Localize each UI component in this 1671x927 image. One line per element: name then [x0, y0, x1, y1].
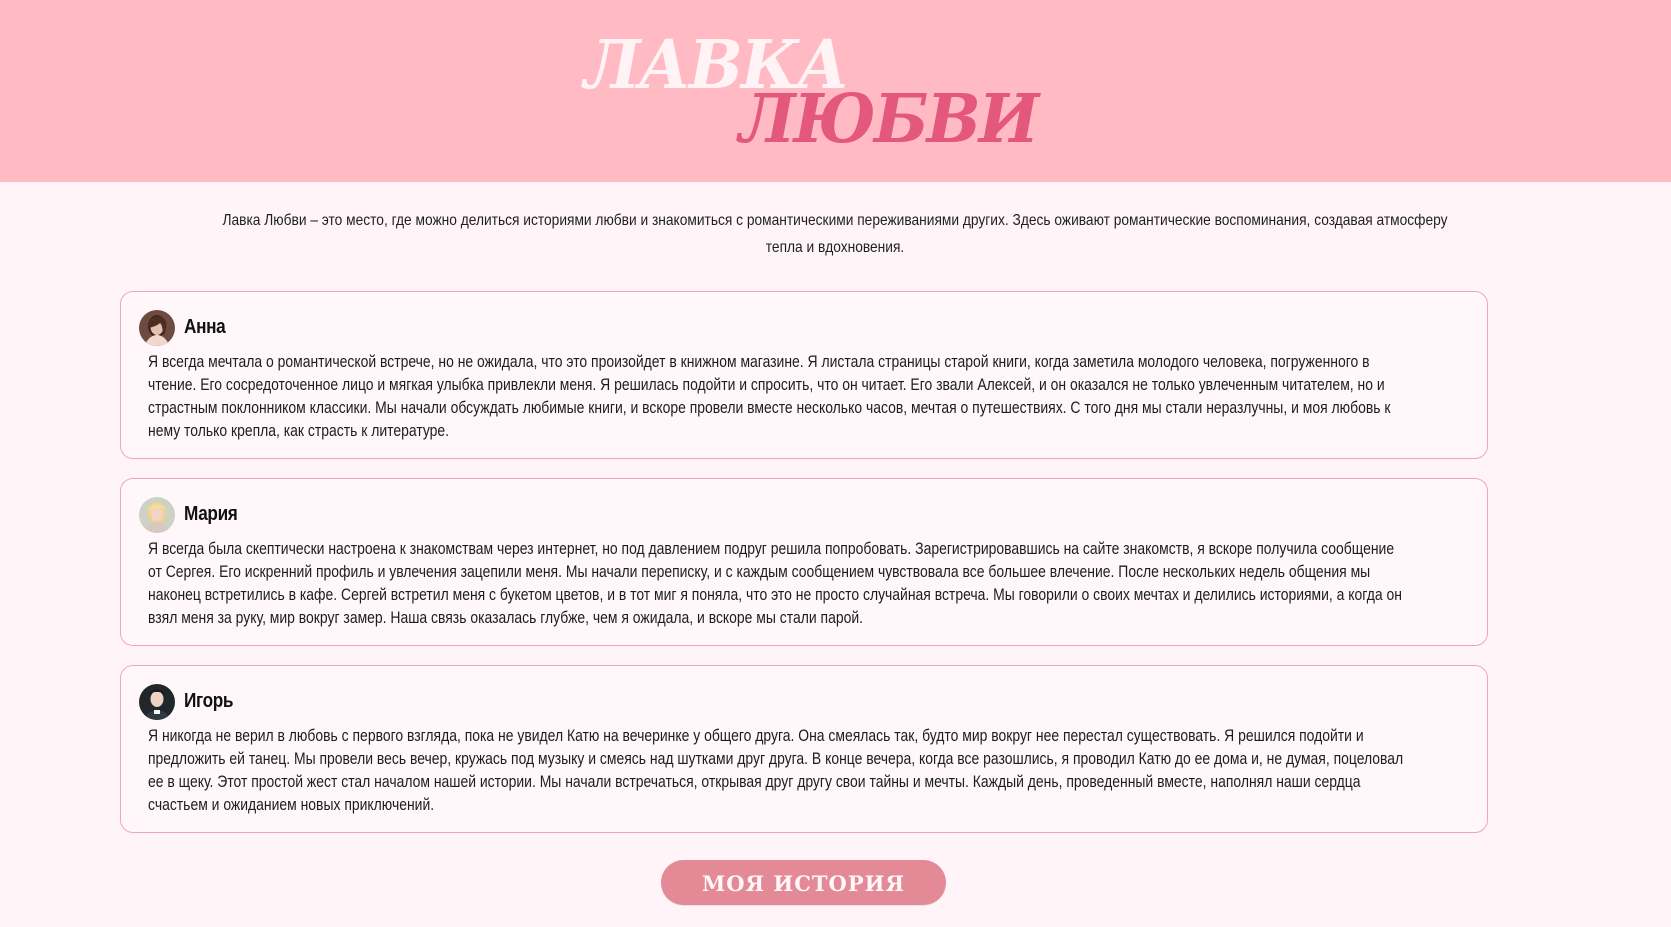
avatar-anna-icon	[139, 310, 175, 346]
avatar-igor-icon	[139, 684, 175, 720]
logo-line-bottom: ЛЮБВИ	[739, 80, 1039, 159]
story-card-maria: Мария Я всегда была скептически настроен…	[120, 478, 1488, 646]
story-text: Я всегда была скептически настроена к зн…	[148, 539, 1402, 627]
story-author-name: Мария	[184, 503, 238, 525]
story-text: Я всегда мечтала о романтической встрече…	[148, 352, 1391, 440]
story-card-anna: Анна Я всегда мечтала о романтической вс…	[120, 291, 1488, 459]
stories-list: Анна Я всегда мечтала о романтической вс…	[120, 291, 1488, 852]
site-logo[interactable]: ЛАВКА ЛЮБВИ	[0, 0, 1671, 182]
story-text: Я никогда не верил в любовь с первого вз…	[148, 726, 1404, 814]
site-header: ЛАВКА ЛЮБВИ	[0, 0, 1671, 182]
story-author-name: Игорь	[184, 690, 234, 712]
intro-text: Лавка Любви – это место, где можно делит…	[222, 212, 1448, 256]
story-card-igor: Игорь Я никогда не верил в любовь с перв…	[120, 665, 1488, 833]
story-author-name: Анна	[184, 316, 226, 338]
avatar-maria-icon	[139, 497, 175, 533]
my-story-button[interactable]: МОЯ ИСТОРИЯ	[661, 860, 946, 905]
